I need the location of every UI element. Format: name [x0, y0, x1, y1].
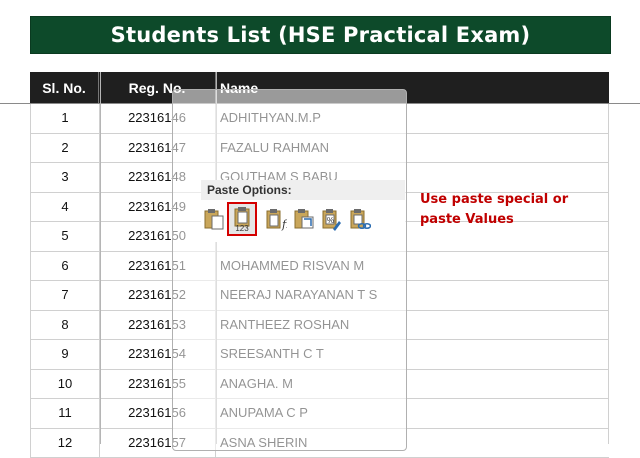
page-title: Students List (HSE Practical Exam) — [30, 16, 611, 54]
values-label: 123 — [235, 224, 249, 232]
paste-transpose-icon[interactable] — [291, 204, 317, 234]
paste-link-icon[interactable] — [347, 204, 373, 234]
table-border — [608, 104, 609, 444]
svg-text:%: % — [327, 216, 334, 225]
annotation-note: Use paste special or paste Values — [420, 190, 590, 230]
cell-sl-no[interactable]: 4 — [30, 193, 100, 222]
column-guide — [100, 72, 101, 444]
header-sl-no[interactable]: Sl. No. — [30, 72, 99, 104]
cell-sl-no[interactable]: 8 — [30, 311, 100, 340]
paste-values-icon[interactable]: 123 — [229, 204, 255, 234]
cell-sl-no[interactable]: 5 — [30, 222, 100, 251]
cell-sl-no[interactable]: 7 — [30, 281, 100, 310]
paste-formatting-icon[interactable]: % — [319, 204, 345, 234]
cell-sl-no[interactable]: 2 — [30, 134, 100, 163]
cell-sl-no[interactable]: 6 — [30, 252, 100, 281]
cell-sl-no[interactable]: 9 — [30, 340, 100, 369]
paste-icon[interactable] — [201, 204, 227, 234]
cell-sl-no[interactable]: 11 — [30, 399, 100, 428]
paste-options-header: Paste Options: — [201, 180, 405, 200]
cell-sl-no[interactable]: 1 — [30, 104, 100, 133]
paste-preview-frame — [172, 89, 407, 451]
paste-options-menu: Paste Options: 123 fx — [201, 180, 405, 242]
svg-text:fx: fx — [281, 218, 287, 231]
cell-sl-no[interactable]: 12 — [30, 429, 100, 458]
paste-formulas-icon[interactable]: fx — [263, 204, 289, 234]
cell-sl-no[interactable]: 10 — [30, 370, 100, 399]
cell-sl-no[interactable]: 3 — [30, 163, 100, 192]
